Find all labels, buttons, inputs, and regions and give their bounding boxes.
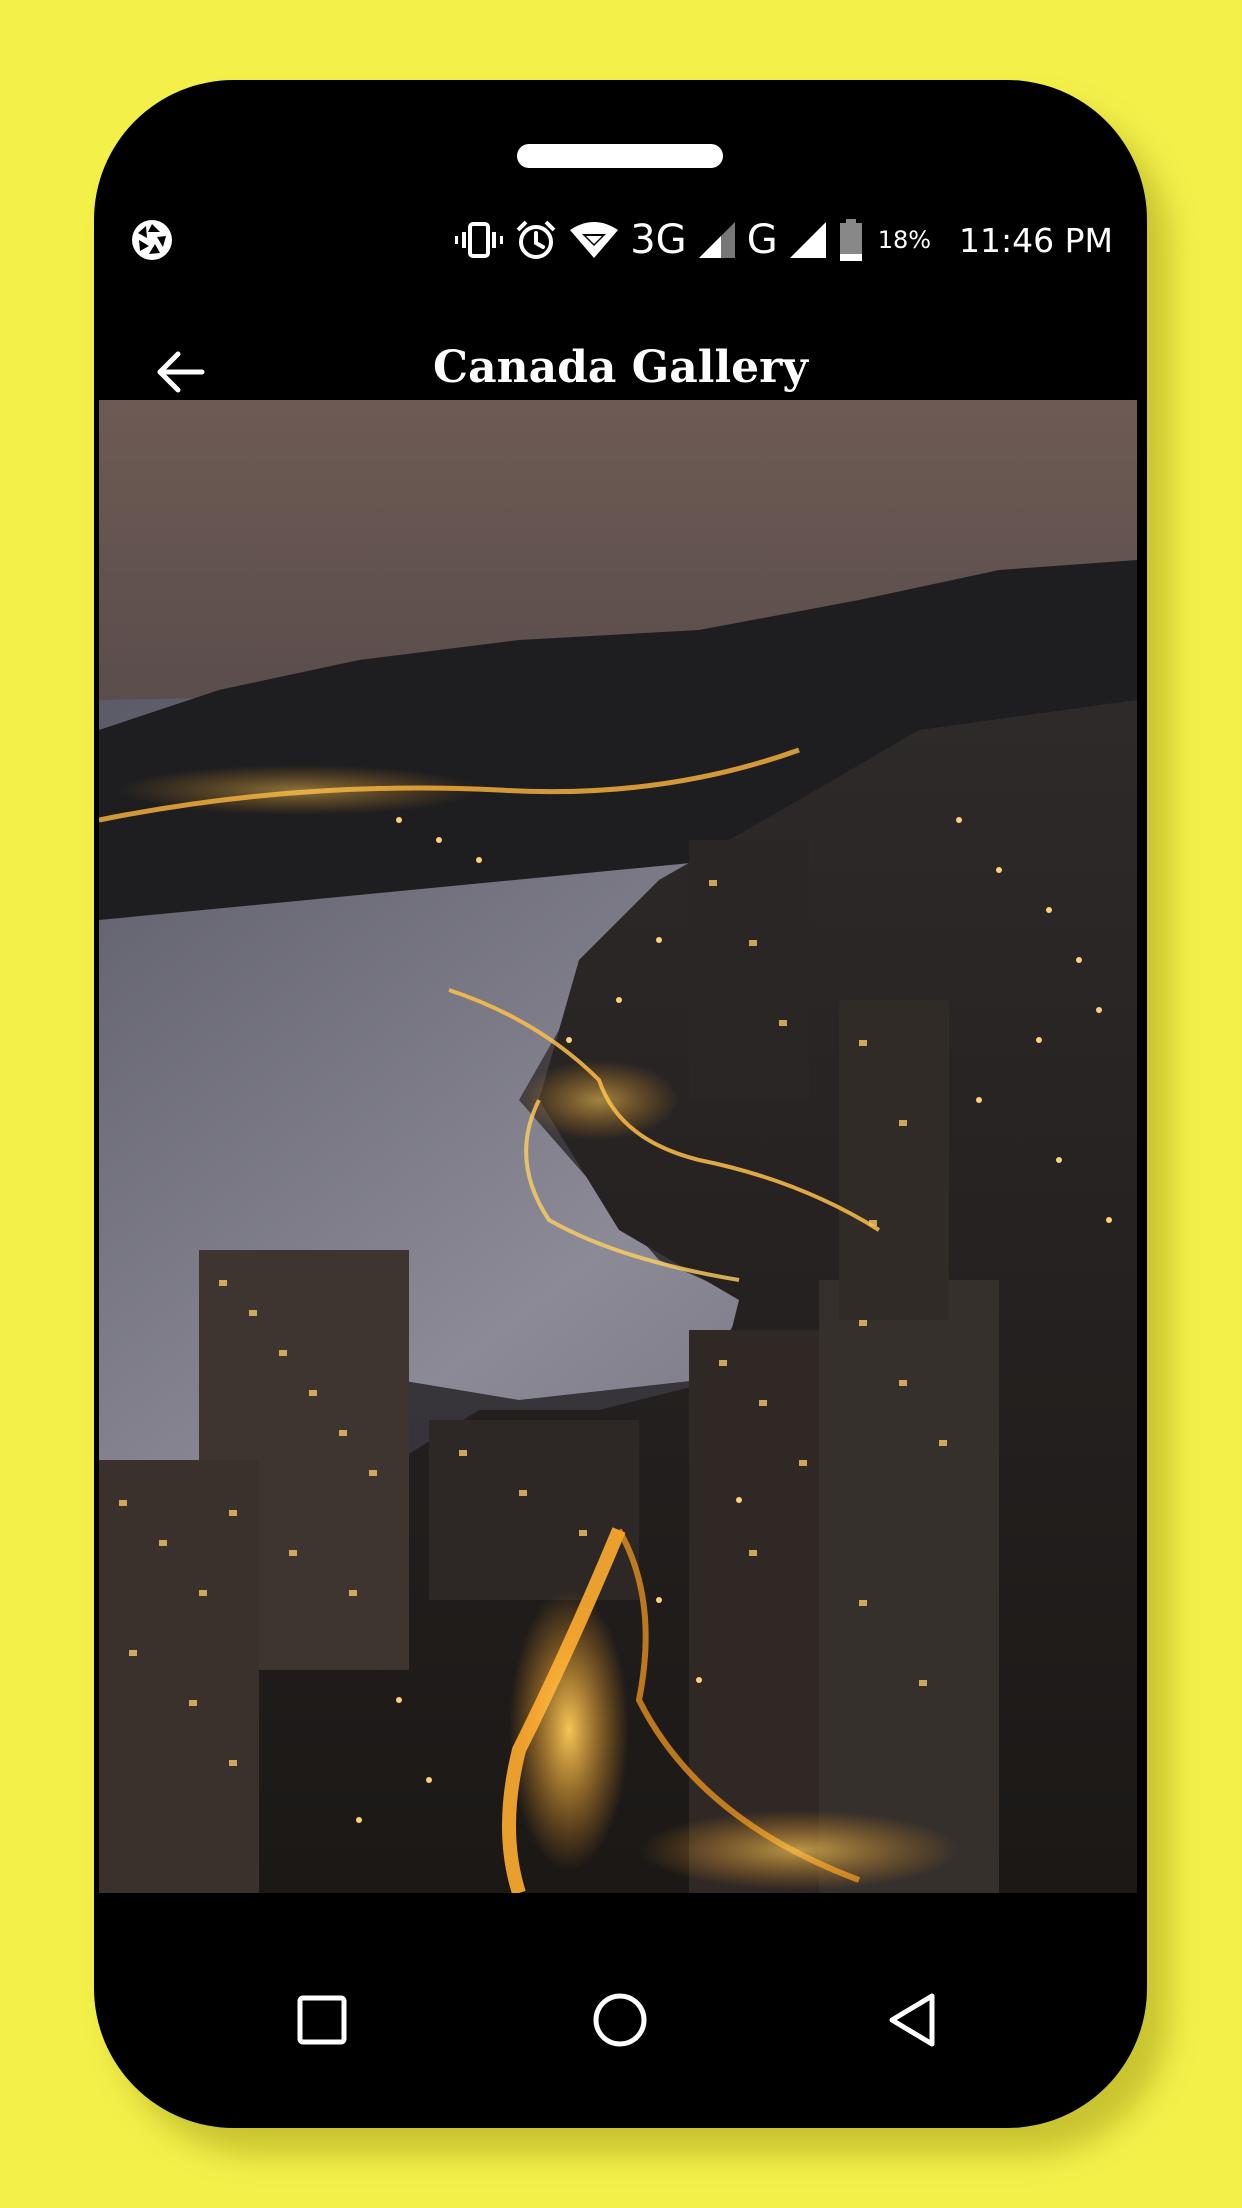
back-triangle-icon — [874, 1993, 954, 2064]
battery-icon — [838, 218, 864, 262]
phone-frame: 3G G 18% 11:46 PM Canada Gallery — [94, 80, 1147, 2128]
page-title: Canada Gallery — [433, 342, 808, 393]
gallery-image[interactable] — [99, 400, 1137, 1893]
aperture-icon — [130, 218, 174, 262]
alarm-icon — [514, 218, 558, 262]
battery-percent: 18% — [877, 226, 932, 254]
nav-back-button[interactable] — [874, 1980, 954, 2060]
system-nav-bar — [94, 1960, 1147, 2080]
status-bar: 3G G 18% 11:46 PM — [94, 200, 1147, 280]
signal-icon-g — [788, 220, 828, 260]
recents-square-icon — [282, 1995, 362, 2064]
vibrate-icon — [454, 220, 504, 260]
home-button[interactable] — [580, 1980, 660, 2060]
signal-icon-3g — [697, 220, 737, 260]
app-bar: Canada Gallery — [94, 330, 1147, 410]
status-icons: 3G G 18% 11:46 PM — [454, 214, 1113, 266]
home-circle-icon — [580, 1993, 660, 2064]
wifi-icon — [568, 220, 620, 260]
speaker-grille — [517, 144, 723, 168]
network-g-label: G — [746, 217, 778, 263]
network-3g-label: 3G — [630, 217, 687, 263]
status-time: 11:46 PM — [959, 220, 1113, 260]
recents-button[interactable] — [282, 1980, 362, 2060]
